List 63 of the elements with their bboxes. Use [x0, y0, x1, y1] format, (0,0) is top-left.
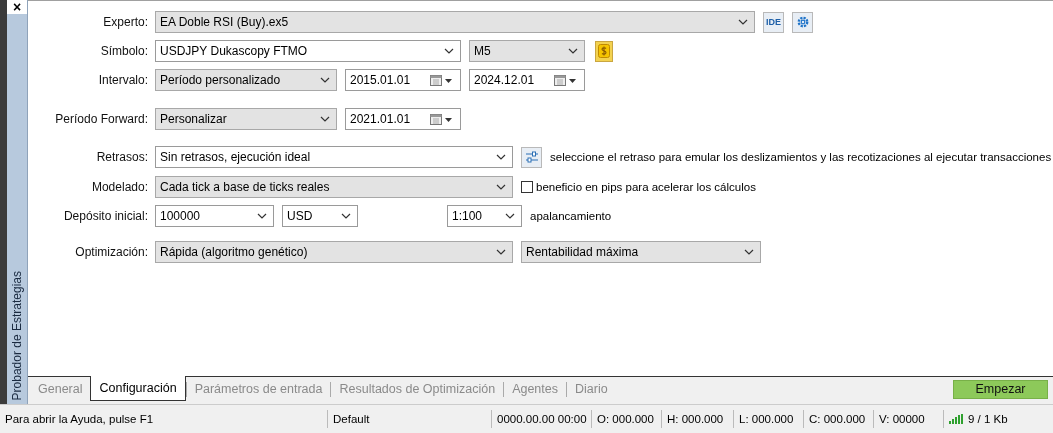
status-text: V: 00000 — [874, 410, 944, 428]
chevron-icon — [568, 48, 578, 54]
close-button[interactable]: × — [7, 0, 27, 14]
status-text: 0000.00.00 00:00 — [492, 410, 592, 428]
dropdown[interactable]: Cada tick a base de ticks reales — [155, 176, 513, 198]
combo-box[interactable]: USD — [282, 205, 358, 227]
chevron-icon — [496, 154, 506, 160]
field-label: Depósito inicial: — [62, 209, 148, 223]
chevron-icon — [738, 19, 748, 25]
signal-icon — [949, 414, 963, 424]
connection-text: 9 / 1 Kb — [968, 412, 1008, 427]
field-label: Símbolo: — [99, 44, 148, 58]
start-button[interactable]: Empezar — [953, 379, 1048, 399]
calendar-dropdown-icon — [430, 113, 454, 125]
chevron-icon — [320, 116, 330, 122]
dropdown[interactable]: Rentabilidad máxima — [521, 241, 761, 263]
chevron-icon — [505, 213, 515, 219]
calendar-dropdown-icon — [554, 74, 578, 86]
panel-title: Probador de Estrategias — [10, 269, 24, 402]
chevron-icon — [257, 213, 267, 219]
dropdown[interactable]: Período personalizado — [155, 69, 337, 91]
combo-box[interactable]: USDJPY Dukascopy FTMO — [155, 40, 461, 62]
ide-button[interactable]: IDE — [763, 11, 784, 33]
status-text: H: 000.000 — [662, 410, 734, 428]
dropdown[interactable]: Personalizar — [155, 108, 337, 130]
checkbox-label: beneficio en pips para acelerar los cálculos — [536, 181, 756, 193]
checkbox[interactable] — [521, 181, 533, 193]
field-label: Período Forward: — [54, 112, 148, 126]
calendar-dropdown-icon — [430, 74, 454, 86]
field-label: Modelado: — [90, 180, 148, 194]
field-label: Intervalo: — [97, 73, 148, 87]
status-text: Default — [328, 410, 492, 428]
combo-box[interactable]: Sin retrasos, ejecución ideal — [155, 146, 513, 168]
hint-text: seleccione el retraso para emular los deslizamientos y las recotizaciones al ejecutar transacciones — [550, 151, 1052, 163]
settings-button[interactable] — [792, 11, 813, 33]
tab[interactable]: Configuración — [90, 376, 186, 401]
chevron-icon — [496, 184, 506, 190]
field-label: Optimización: — [74, 245, 148, 259]
sliders-icon — [524, 150, 539, 164]
status-text: O: 000.000 — [592, 410, 662, 428]
symbol-button[interactable] — [595, 40, 613, 62]
dropdown[interactable]: M5 — [469, 40, 585, 62]
combo-box[interactable]: 1:100 — [447, 205, 522, 227]
chevron-icon — [320, 77, 330, 83]
status-text: C: 000.000 — [804, 410, 874, 428]
chevron-icon — [341, 213, 351, 219]
status-text: L: 000.000 — [734, 410, 804, 428]
status-text: Para abrir la Ayuda, pulse F1 — [0, 410, 328, 428]
date-field[interactable]: 2021.01.01 — [345, 108, 461, 130]
hint-text: apalancamiento — [530, 210, 612, 222]
dropdown[interactable]: Rápida (algoritmo genético) — [155, 241, 513, 263]
chevron-icon — [744, 249, 754, 255]
combo-box[interactable]: 100000 — [155, 205, 274, 227]
dropdown[interactable]: EA Doble RSI (Buy).ex5 — [155, 11, 755, 33]
field-label: Experto: — [102, 15, 148, 29]
date-field[interactable]: 2015.01.01 — [345, 69, 461, 91]
field-label: Retrasos: — [95, 150, 148, 164]
chevron-icon — [444, 48, 454, 54]
settings-icon — [795, 15, 810, 29]
delay-settings-button[interactable] — [521, 146, 542, 168]
date-field[interactable]: 2024.12.01 — [469, 69, 585, 91]
coin-icon — [598, 44, 610, 58]
chevron-icon — [496, 249, 506, 255]
